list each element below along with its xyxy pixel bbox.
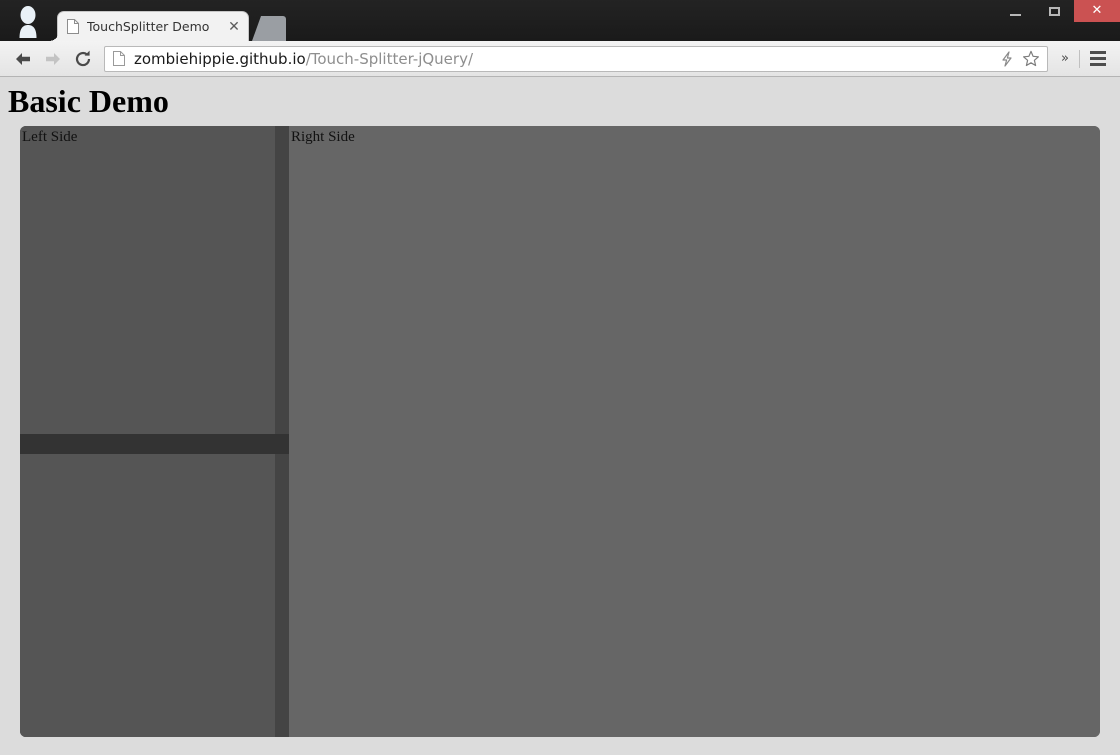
url-text: zombiehippie.github.io/Touch-Splitter-jQ… [134,50,995,68]
page-title: Basic Demo [8,83,169,119]
url-path: /Touch-Splitter-jQuery/ [305,49,474,68]
url-host: zombiehippie.github.io [134,49,306,68]
overflow-chevron-icon[interactable]: » [1054,46,1076,72]
document-icon [113,51,125,66]
chrome-menu-icon[interactable] [1083,46,1113,72]
right-pane-label: Right Side [291,129,355,145]
close-icon[interactable]: ✕ [226,19,242,35]
maximize-button[interactable] [1035,0,1074,22]
back-button[interactable] [8,44,38,74]
page-viewport: Basic Demo Left Side Right Side [0,77,1120,755]
splitter-intersection [275,434,289,454]
user-avatar-icon[interactable] [14,4,42,38]
left-pane-label: Left Side [22,129,78,145]
browser-toolbar: zombiehippie.github.io/Touch-Splitter-jQ… [0,41,1120,77]
close-window-button[interactable]: ✕ [1074,0,1120,22]
splitter-container: Left Side Right Side [20,126,1100,737]
browser-window: TouchSplitter Demo ✕ ✕ zombiehippie.gith… [0,0,1120,755]
toolbar-right-group: » [1054,44,1120,74]
horizontal-splitter-handle[interactable] [20,434,275,454]
left-pane-top-section: Left Side [20,126,275,434]
reload-button[interactable] [68,44,98,74]
tab-strip: TouchSplitter Demo ✕ ✕ [0,0,1120,41]
lightning-bolt-icon[interactable] [995,47,1019,71]
toolbar-divider [1079,49,1080,68]
tab-title: TouchSplitter Demo [87,18,210,34]
star-icon[interactable] [1019,47,1043,71]
browser-tab[interactable]: TouchSplitter Demo ✕ [49,11,249,41]
minimize-button[interactable] [996,0,1035,22]
document-icon [67,19,79,34]
new-tab-button[interactable] [252,16,286,41]
forward-button[interactable] [38,44,68,74]
address-bar[interactable]: zombiehippie.github.io/Touch-Splitter-jQ… [104,45,1048,72]
vertical-splitter-handle[interactable] [275,126,289,737]
viewport-bottom-edge [0,737,1120,755]
window-controls: ✕ [996,0,1120,22]
right-pane: Right Side [289,126,1100,737]
left-pane-bottom-section [20,454,275,737]
left-pane: Left Side [20,126,275,737]
